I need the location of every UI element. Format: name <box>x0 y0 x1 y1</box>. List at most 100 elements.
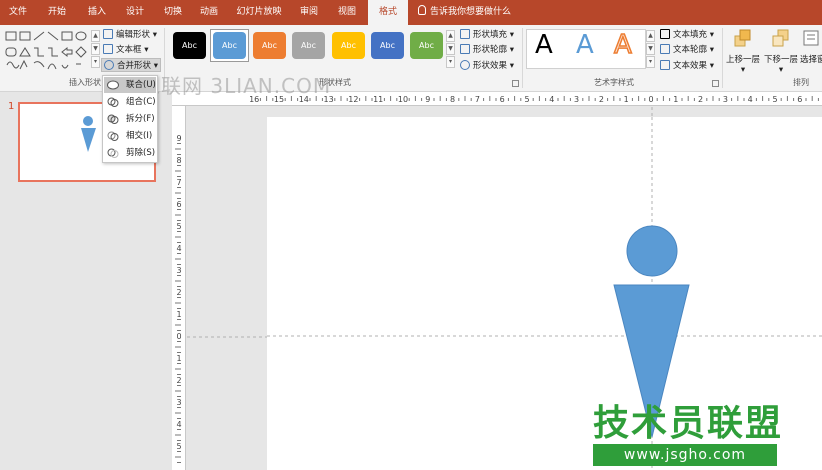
shape-style-label: Abc <box>341 41 356 50</box>
ruler-label: 8 <box>450 95 455 104</box>
ruler-label: 2 <box>176 288 181 297</box>
menu-item-union[interactable]: 联合(U) <box>104 77 156 93</box>
menu-item-label: 剪除(S) <box>126 148 156 158</box>
subtract-icon <box>107 148 119 158</box>
circle-shape[interactable] <box>626 225 678 277</box>
tab-animations[interactable]: 动画 <box>192 0 226 25</box>
text-fill-label: 文本填充 <box>673 30 708 40</box>
fragment-icon <box>107 114 119 124</box>
selection-pane-button[interactable]: 选择窗 <box>800 29 822 65</box>
ruler-label: 1 <box>624 95 629 104</box>
ruler-label: 12 <box>348 95 358 104</box>
gallery-more-button[interactable]: ▾ <box>91 56 100 68</box>
ruler-label: 4 <box>748 95 753 104</box>
shape-style-label: Abc <box>419 41 434 50</box>
tab-format[interactable]: 格式 <box>368 0 408 25</box>
menu-item-label: 相交(I) <box>126 131 153 141</box>
tab-file[interactable]: 文件 <box>2 0 34 25</box>
send-backward-button[interactable]: 下移一层 ▾ <box>762 29 800 75</box>
vertical-ruler[interactable]: 9 8 7 6 5 4 3 2 1 0 1 2 3 4 5 <box>172 106 186 470</box>
shape-outline-button[interactable]: 形状轮廓 ▾ <box>460 43 514 57</box>
shape-style-orange[interactable]: Abc <box>253 32 286 59</box>
wordart-group-label: 艺术字样式 <box>594 78 634 87</box>
tab-insert[interactable]: 插入 <box>80 0 114 25</box>
ruler-label: 4 <box>549 95 554 104</box>
tab-view[interactable]: 视图 <box>330 0 364 25</box>
styles-down-button[interactable]: ▼ <box>446 43 455 55</box>
merge-shapes-icon <box>104 60 114 70</box>
shape-style-darkblue[interactable]: Abc <box>371 32 404 59</box>
shape-effects-icon <box>460 60 470 70</box>
shape-style-label: Abc <box>380 41 395 50</box>
tell-me-box[interactable]: 告诉我你想要做什么 <box>418 0 511 25</box>
wordart-style-black[interactable]: A <box>535 30 553 60</box>
edit-shape-button[interactable]: 编辑形状 ▾ <box>103 28 157 42</box>
text-fill-button[interactable]: 文本填充 ▾ <box>660 28 714 42</box>
wordart-more-button[interactable]: ▾ <box>646 56 655 68</box>
bring-forward-label: 上移一层 <box>725 55 760 65</box>
send-backward-label: 下移一层 <box>763 55 798 65</box>
ruler-label: 8 <box>176 156 181 165</box>
ruler-label: 3 <box>723 95 728 104</box>
ruler-label: 3 <box>176 398 181 407</box>
menu-item-intersect[interactable]: 相交(I) <box>104 128 156 144</box>
gallery-up-button[interactable]: ▲ <box>91 30 100 42</box>
menu-item-label: 联合(U) <box>126 80 156 90</box>
text-outline-label: 文本轮廓 <box>673 45 708 55</box>
ruler-label: 1 <box>176 354 181 363</box>
ruler-label: 5 <box>176 442 181 451</box>
edit-shape-icon <box>103 29 113 39</box>
shape-effects-button[interactable]: 形状效果 ▾ <box>460 59 514 73</box>
text-outline-icon <box>660 44 670 54</box>
menu-item-fragment[interactable]: 拆分(F) <box>104 111 156 127</box>
gallery-down-button[interactable]: ▼ <box>91 43 100 55</box>
shape-fill-button[interactable]: 形状填充 ▾ <box>460 28 514 42</box>
shape-styles-launcher-icon[interactable] <box>512 80 519 87</box>
merge-shapes-menu: 联合(U) 组合(C) 拆分(F) 相交(I) 剪除(S) <box>102 75 158 163</box>
wordart-launcher-icon[interactable] <box>712 80 719 87</box>
styles-more-button[interactable]: ▾ <box>446 56 455 68</box>
ruler-label: 3 <box>176 266 181 275</box>
shapes-gallery[interactable] <box>4 29 94 73</box>
ruler-label: 2 <box>599 95 604 104</box>
shape-style-blue[interactable]: Abc <box>213 32 246 59</box>
shape-style-gray[interactable]: Abc <box>292 32 325 59</box>
menu-item-label: 拆分(F) <box>126 114 155 124</box>
arrange-group-label: 排列 <box>793 78 809 87</box>
ruler-label: 5 <box>524 95 529 104</box>
wordart-down-button[interactable]: ▼ <box>646 43 655 55</box>
ruler-label: 5 <box>176 222 181 231</box>
tab-slideshow[interactable]: 幻灯片放映 <box>232 0 286 25</box>
ruler-label: 7 <box>475 95 480 104</box>
menu-item-subtract[interactable]: 剪除(S) <box>104 145 156 161</box>
menu-item-combine[interactable]: 组合(C) <box>104 94 156 110</box>
tab-design[interactable]: 设计 <box>118 0 152 25</box>
shape-style-black[interactable]: Abc <box>173 32 206 59</box>
bring-forward-icon <box>734 29 751 47</box>
text-box-button[interactable]: 文本框 ▾ <box>103 43 148 57</box>
slide-number: 1 <box>8 101 15 112</box>
ruler-label: 4 <box>176 420 181 429</box>
bring-forward-button[interactable]: 上移一层 ▾ <box>724 29 762 75</box>
watermark-logo-url: www.jsgho.com <box>593 444 777 466</box>
wordart-up-button[interactable]: ▲ <box>646 30 655 42</box>
ruler-label: 2 <box>176 376 181 385</box>
ruler-label: 7 <box>176 178 181 187</box>
styles-up-button[interactable]: ▲ <box>446 30 455 42</box>
tab-home[interactable]: 开始 <box>40 0 74 25</box>
ruler-label: 9 <box>176 134 181 143</box>
ruler-label: 3 <box>574 95 579 104</box>
tab-transitions[interactable]: 切换 <box>156 0 190 25</box>
tab-review[interactable]: 审阅 <box>292 0 326 25</box>
shape-style-green[interactable]: Abc <box>410 32 443 59</box>
text-effects-button[interactable]: 文本效果 ▾ <box>660 59 714 73</box>
union-icon <box>107 80 119 90</box>
text-fill-icon <box>660 29 670 39</box>
text-outline-button[interactable]: 文本轮廓 ▾ <box>660 43 714 57</box>
wordart-style-orange-outline[interactable]: A <box>613 29 632 61</box>
wordart-style-blue[interactable]: A <box>576 30 594 60</box>
bring-forward-dropdown-icon: ▾ <box>740 65 746 75</box>
shape-style-gold[interactable]: Abc <box>332 32 365 59</box>
edit-shape-label: 编辑形状 <box>116 30 151 40</box>
send-backward-icon <box>772 29 789 47</box>
